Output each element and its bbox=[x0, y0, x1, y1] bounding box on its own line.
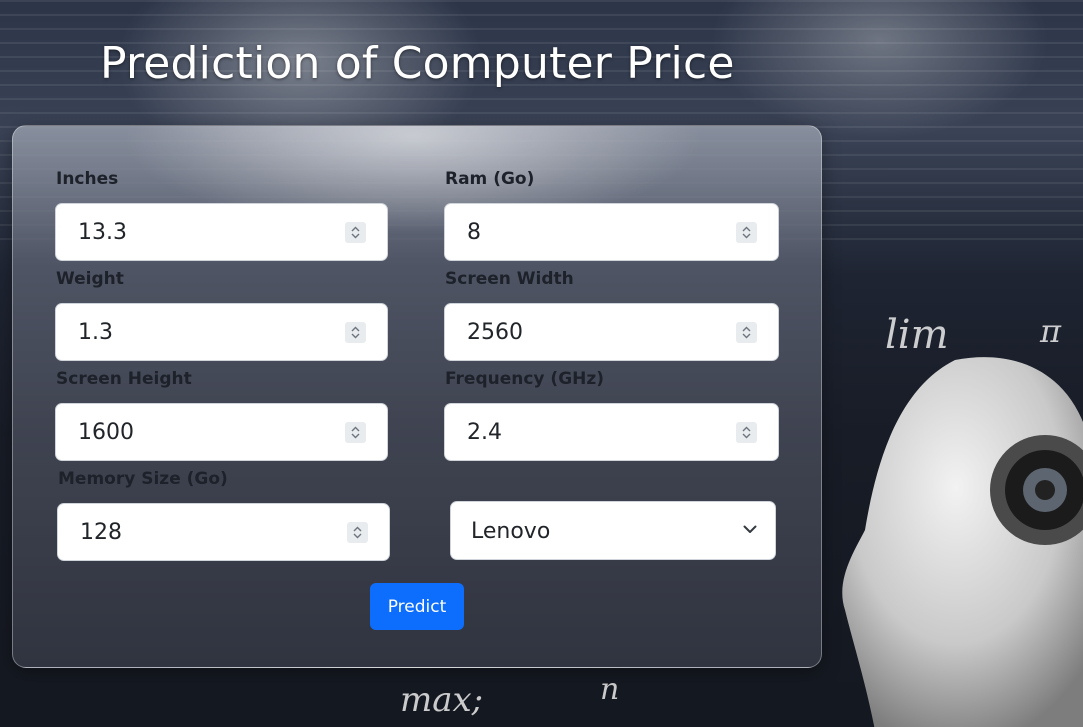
screen-width-label: Screen Width bbox=[445, 269, 574, 289]
brand-select[interactable]: Lenovo bbox=[450, 501, 776, 560]
inches-label: Inches bbox=[56, 169, 119, 189]
spinner-icon[interactable] bbox=[345, 422, 366, 443]
brand-select-value: Lenovo bbox=[471, 519, 551, 544]
page-title: Prediction of Computer Price bbox=[100, 38, 735, 89]
ram-input[interactable]: 8 bbox=[444, 203, 779, 261]
background-chalkboard-text: π bbox=[1040, 312, 1062, 350]
robot-illustration bbox=[842, 357, 1083, 727]
spinner-icon[interactable] bbox=[345, 322, 366, 343]
ram-value: 8 bbox=[467, 220, 481, 245]
inches-value: 13.3 bbox=[78, 220, 127, 245]
weight-input[interactable]: 1.3 bbox=[55, 303, 388, 361]
screen-width-value: 2560 bbox=[467, 320, 523, 345]
weight-value: 1.3 bbox=[78, 320, 113, 345]
chevron-down-icon bbox=[743, 525, 757, 533]
background-chalkboard-text: n bbox=[600, 672, 620, 707]
screen-height-label: Screen Height bbox=[56, 369, 192, 389]
inches-input[interactable]: 13.3 bbox=[55, 203, 388, 261]
screen-width-input[interactable]: 2560 bbox=[444, 303, 779, 361]
frequency-input[interactable]: 2.4 bbox=[444, 403, 779, 461]
spinner-icon[interactable] bbox=[345, 222, 366, 243]
background-chalkboard-text: max; bbox=[400, 680, 484, 720]
spinner-icon[interactable] bbox=[347, 522, 368, 543]
memory-size-input[interactable]: 128 bbox=[57, 503, 390, 561]
memory-size-value: 128 bbox=[80, 520, 122, 545]
frequency-label: Frequency (GHz) bbox=[445, 369, 605, 389]
ram-label: Ram (Go) bbox=[445, 169, 535, 189]
screen-height-value: 1600 bbox=[78, 420, 134, 445]
spinner-icon[interactable] bbox=[736, 322, 757, 343]
predict-button[interactable]: Predict bbox=[370, 583, 464, 630]
screen-height-input[interactable]: 1600 bbox=[55, 403, 388, 461]
spinner-icon[interactable] bbox=[736, 222, 757, 243]
frequency-value: 2.4 bbox=[467, 420, 502, 445]
memory-size-label: Memory Size (Go) bbox=[58, 469, 228, 489]
spinner-icon[interactable] bbox=[736, 422, 757, 443]
weight-label: Weight bbox=[56, 269, 124, 289]
